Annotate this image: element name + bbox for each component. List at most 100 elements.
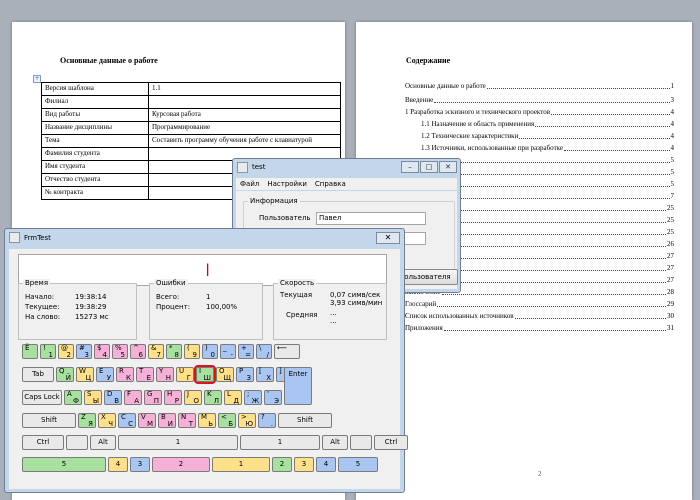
key-0-4[interactable]: $4 — [94, 344, 110, 359]
key-0-7[interactable]: & 7 — [148, 344, 164, 359]
user-input[interactable]: Павел — [316, 212, 426, 225]
toc-entry[interactable]: Приложения 31 — [405, 322, 674, 334]
key-label-top: _ — [223, 344, 227, 352]
key-label-bottom: 3 — [84, 351, 89, 359]
app-icon — [237, 161, 248, 173]
key-5-7[interactable]: 4 — [316, 457, 336, 472]
key-4-1[interactable] — [66, 435, 88, 450]
toc-entry[interactable]: 1.2 Технические характеристики 4 — [405, 130, 674, 142]
key-0-10[interactable]: ) 0 — [202, 344, 218, 359]
key-1-6[interactable]: YН — [156, 367, 174, 382]
title-bar[interactable]: FrmTest — [5, 229, 404, 246]
key-2-10[interactable]: ; Ж — [244, 390, 262, 405]
key-3-7[interactable]: MЬ — [198, 413, 216, 428]
key-0-9[interactable]: (9 — [184, 344, 200, 359]
key-5-0[interactable]: 5 — [22, 457, 106, 472]
key-0-1[interactable]: ! 1 — [40, 344, 56, 359]
typing-display[interactable]: | — [18, 254, 387, 286]
key-3-8[interactable]: < Б — [218, 413, 236, 428]
key-3-0[interactable]: Shift — [22, 413, 76, 428]
key-3-9[interactable]: > Ю — [238, 413, 256, 428]
menu-help[interactable]: Справка — [311, 178, 350, 190]
close-button[interactable]: ✕ — [439, 161, 457, 173]
key-4-4[interactable]: 1 — [240, 435, 320, 450]
key-2-9[interactable]: LД — [224, 390, 242, 405]
key-5-8[interactable]: 5 — [338, 457, 378, 472]
key-0-5[interactable]: % 5 — [112, 344, 128, 359]
field-value[interactable]: Составить программу обучения работе с кл… — [148, 134, 341, 148]
key-5-5[interactable]: 2 — [272, 457, 292, 472]
key-3-10[interactable]: ?. — [258, 413, 276, 428]
key-0-0[interactable]: Ё — [22, 344, 38, 359]
key-3-2[interactable]: XЧ — [98, 413, 116, 428]
key-3-4[interactable]: VМ — [138, 413, 156, 428]
maximize-button[interactable]: □ — [420, 161, 438, 173]
toc-entry[interactable]: Введение 3 — [405, 94, 674, 106]
key-0-8[interactable]: * 8 — [166, 344, 182, 359]
key-0-11[interactable]: _ - — [220, 344, 236, 359]
key-1-3[interactable]: EУ — [96, 367, 114, 382]
key-1-7[interactable]: UГ — [176, 367, 194, 382]
key-2-12[interactable]: Enter — [284, 367, 312, 405]
key-1-8[interactable]: IШ — [194, 365, 216, 384]
key-4-6[interactable] — [350, 435, 372, 450]
key-5-3[interactable]: 2 — [152, 457, 210, 472]
key-4-3[interactable]: 1 — [118, 435, 238, 450]
minimize-button[interactable]: – — [401, 161, 419, 173]
key-2-1[interactable]: AФ — [64, 390, 82, 405]
close-button[interactable]: ✕ — [376, 232, 400, 244]
toc-entry[interactable]: 1.1 Назначение и область применения 4 — [405, 118, 674, 130]
key-2-0[interactable]: Caps Lock — [22, 390, 62, 405]
key-3-1[interactable]: ZЯ — [78, 413, 96, 428]
key-4-5[interactable]: Alt — [322, 435, 348, 450]
key-1-4[interactable]: RК — [116, 367, 134, 382]
key-1-9[interactable]: OЩ — [216, 367, 234, 382]
field-value[interactable] — [148, 95, 341, 109]
key-2-6[interactable]: HР — [164, 390, 182, 405]
key-0-2[interactable]: @2 — [58, 344, 74, 359]
key-2-5[interactable]: GП — [144, 390, 162, 405]
key-2-7[interactable]: JО — [184, 390, 202, 405]
toc-entry[interactable]: 1.3 Источники, использованные при разраб… — [405, 142, 674, 154]
key-label: Tab — [32, 370, 44, 378]
key-0-13[interactable]: \ / — [256, 344, 272, 359]
key-4-7[interactable]: Ctrl — [374, 435, 408, 450]
key-1-2[interactable]: WЦ — [76, 367, 94, 382]
key-2-11[interactable]: ' Э — [264, 390, 282, 405]
menu-file[interactable]: Файл — [236, 178, 263, 190]
key-3-11[interactable]: Shift — [278, 413, 332, 428]
key-2-4[interactable]: FА — [124, 390, 142, 405]
table-move-handle-icon[interactable]: + — [33, 75, 41, 83]
key-3-6[interactable]: NТ — [178, 413, 196, 428]
key-0-6[interactable]: ^ 6 — [130, 344, 146, 359]
key-4-2[interactable]: Alt — [90, 435, 116, 450]
key-label-top: J — [187, 390, 190, 398]
key-0-14[interactable]: ⟵ — [274, 344, 300, 359]
key-5-2[interactable]: 3 — [130, 457, 150, 472]
key-1-10[interactable]: PЗ — [236, 367, 254, 382]
key-1-0[interactable]: Tab — [22, 367, 54, 382]
field-value[interactable]: 1.1 — [148, 82, 341, 96]
key-0-12[interactable]: + = — [238, 344, 254, 359]
key-2-2[interactable]: SЫ — [84, 390, 102, 405]
key-3-5[interactable]: BИ — [158, 413, 176, 428]
key-1-1[interactable]: QЙ — [56, 367, 74, 382]
key-2-8[interactable]: KЛ — [204, 390, 222, 405]
toc-entry[interactable]: Глоссарий 29 — [405, 298, 674, 310]
key-4-0[interactable]: Ctrl — [22, 435, 64, 450]
key-1-5[interactable]: TЕ — [136, 367, 154, 382]
field-value[interactable]: Программирование — [148, 121, 341, 135]
key-5-1[interactable]: 4 — [108, 457, 128, 472]
toc-entry[interactable]: Основные данные о работе 1 — [405, 80, 674, 92]
menu-settings[interactable]: Настройки — [263, 178, 311, 190]
key-5-4[interactable]: 1 — [212, 457, 270, 472]
key-1-11[interactable]: [Х — [256, 367, 274, 382]
key-2-3[interactable]: DВ — [104, 390, 122, 405]
key-0-3[interactable]: #3 — [76, 344, 92, 359]
key-5-6[interactable]: 3 — [294, 457, 314, 472]
toc-entry[interactable]: 1 Разработка эскизного и технического пр… — [405, 106, 674, 118]
field-value[interactable]: Курсовая работа — [148, 108, 341, 122]
toc-entry-page: 27 — [667, 276, 674, 284]
toc-entry[interactable]: Список использованных источников 30 — [405, 310, 674, 322]
key-3-3[interactable]: CС — [118, 413, 136, 428]
